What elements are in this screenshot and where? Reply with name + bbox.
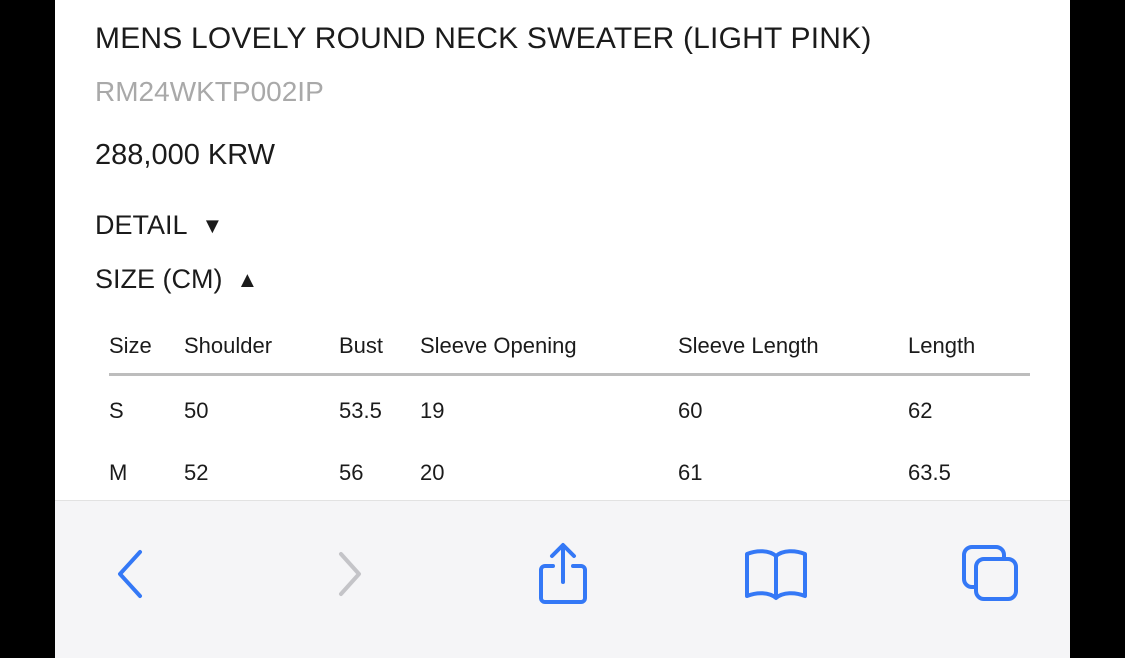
size-table: Size Shoulder Bust Sleeve Opening Sleeve… (109, 333, 1030, 500)
share-button[interactable] (528, 539, 598, 609)
header-shoulder: Shoulder (184, 333, 339, 376)
table-cell: 53.5 (339, 398, 382, 423)
product-price: 288,000 KRW (95, 139, 276, 171)
product-title: MENS LOVELY ROUND NECK SWEATER (LIGHT PI… (95, 22, 872, 55)
header-sleeve-opening: Sleeve Opening (420, 333, 678, 376)
bookmarks-icon (745, 549, 807, 600)
product-sku: RM24WKTP002IP (95, 76, 324, 107)
table-cell: S (109, 398, 124, 423)
back-icon (118, 550, 142, 598)
detail-toggle[interactable]: DETAIL ▼ (95, 210, 223, 241)
page-content: MENS LOVELY ROUND NECK SWEATER (LIGHT PI… (55, 0, 1070, 500)
forward-button[interactable] (314, 539, 384, 609)
header-sleeve-length: Sleeve Length (678, 333, 908, 376)
table-cell: 20 (420, 460, 445, 485)
header-length: Length (908, 333, 1030, 376)
tabs-button[interactable] (956, 539, 1026, 609)
back-button[interactable] (95, 539, 165, 609)
table-cell: 61 (678, 460, 703, 485)
browser-toolbar (55, 500, 1070, 658)
table-cell: 19 (420, 398, 445, 423)
header-bust: Bust (339, 333, 420, 376)
table-row: M 52 56 20 61 63.5 (109, 442, 1030, 500)
bookmarks-button[interactable] (741, 539, 811, 609)
browser-viewport: MENS LOVELY ROUND NECK SWEATER (LIGHT PI… (55, 0, 1070, 658)
tabs-icon (962, 545, 1018, 601)
header-size: Size (109, 333, 184, 376)
table-cell: 63.5 (908, 460, 951, 485)
forward-icon (339, 552, 361, 596)
size-toggle[interactable]: SIZE (CM) ▲ (95, 264, 258, 295)
table-cell: 60 (678, 398, 703, 423)
table-row: S 50 53.5 19 60 62 (109, 375, 1030, 443)
table-cell: 52 (184, 460, 209, 485)
detail-label: DETAIL (95, 210, 188, 240)
caret-down-icon: ▼ (201, 212, 224, 238)
size-label: SIZE (CM) (95, 264, 223, 294)
table-header-row: Size Shoulder Bust Sleeve Opening Sleeve… (109, 333, 1030, 376)
table-cell: M (109, 460, 128, 485)
table-cell: 62 (908, 398, 933, 423)
table-cell: 56 (339, 460, 364, 485)
share-icon (539, 543, 587, 604)
caret-up-icon: ▲ (236, 266, 259, 292)
table-cell: 50 (184, 398, 209, 423)
